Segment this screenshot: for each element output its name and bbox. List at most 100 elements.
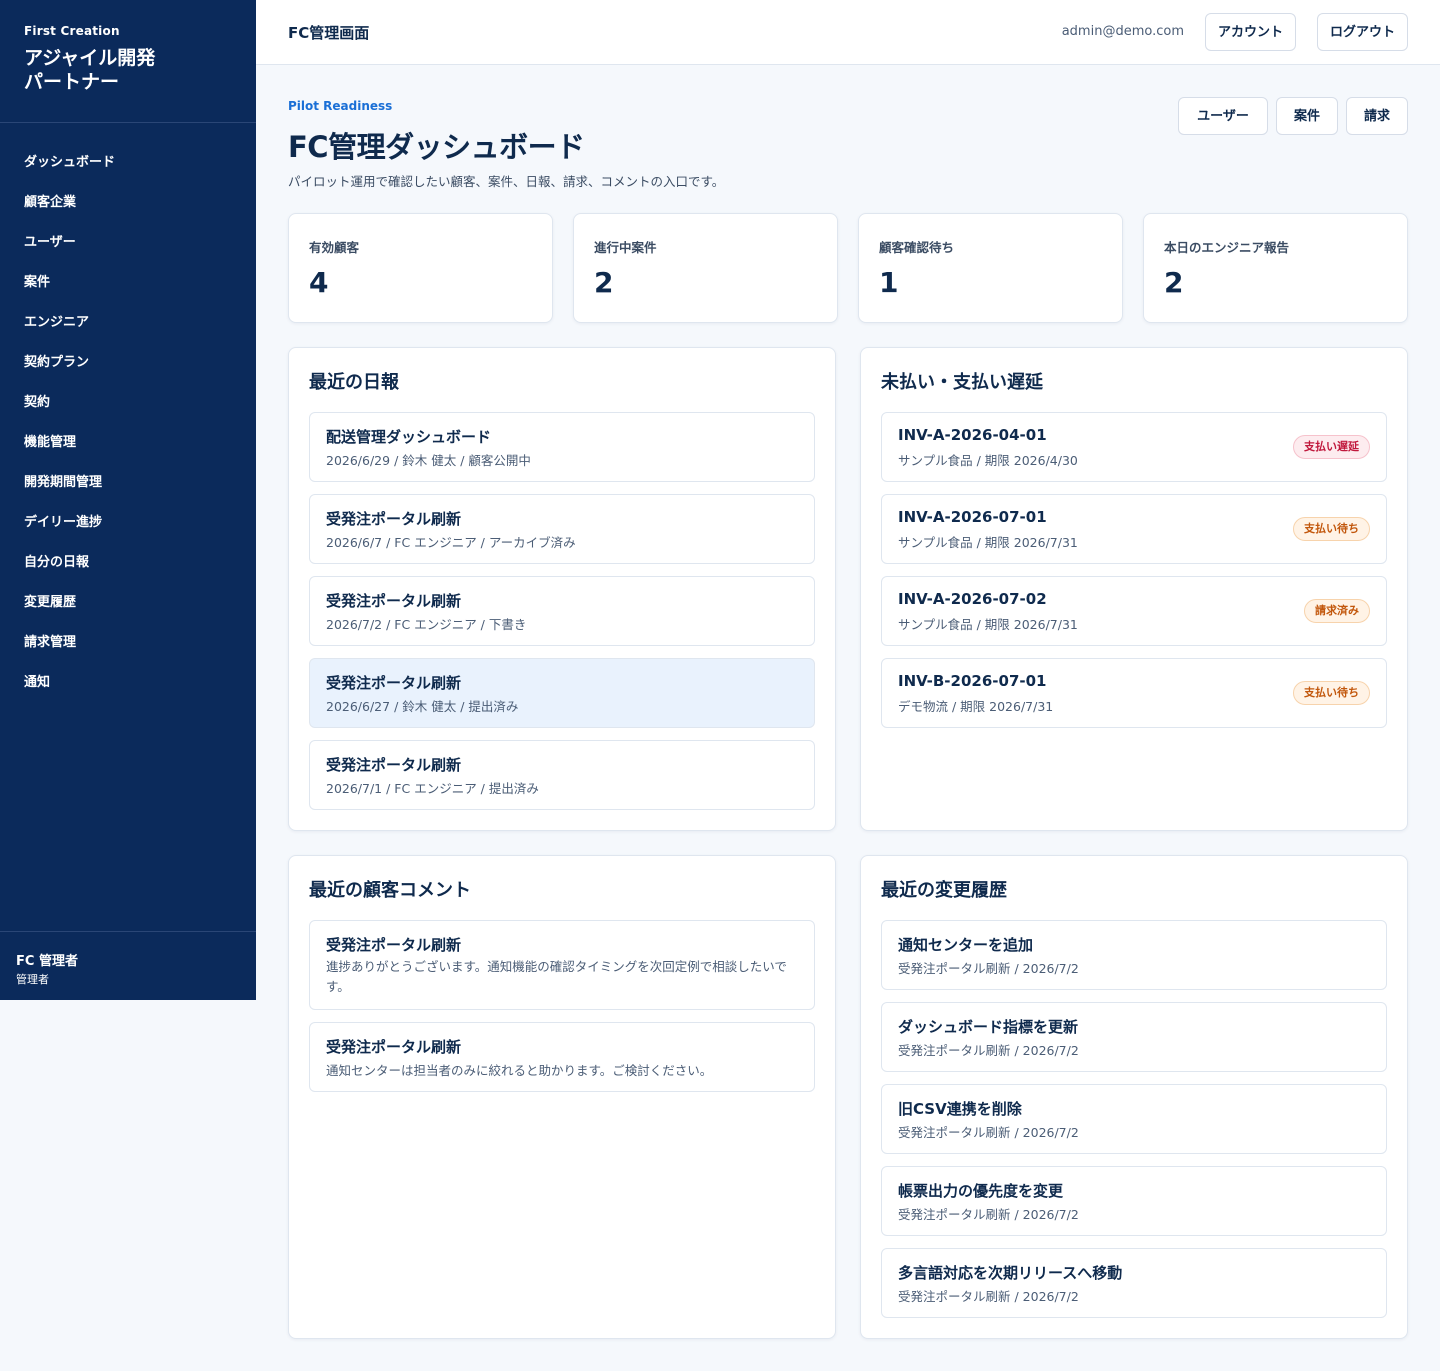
list-item[interactable]: INV-A-2026-04-01 サンプル食品 / 期限 2026/4/30 支… [881, 412, 1387, 482]
sidebar-item-contract-plans[interactable]: 契約プラン [0, 343, 256, 383]
sidebar-item-change-history[interactable]: 変更履歴 [0, 583, 256, 623]
current-user-role: 管理者 [16, 973, 49, 986]
sidebar: First Creation アジャイル開発 パートナー ダッシュボード 顧客企… [0, 0, 256, 1000]
quick-link-projects-button[interactable]: 案件 [1276, 97, 1338, 135]
list-item[interactable]: 受発注ポータル刷新 進捗ありがとうございます。通知機能の確認タイミングを次回定例… [309, 920, 815, 1010]
brand-subtitle: First Creation [24, 24, 120, 38]
logout-button[interactable]: ログアウト [1316, 13, 1408, 51]
status-badge: 請求済み [1304, 599, 1370, 623]
sidebar-item-engineers[interactable]: エンジニア [0, 303, 256, 343]
list-item[interactable]: 受発注ポータル刷新 2026/7/2 / FC エンジニア / 下書き [309, 576, 815, 646]
comment-project: 受発注ポータル刷新 [326, 1038, 462, 1056]
invoice-meta: デモ物流 / 期限 2026/7/31 [898, 699, 1054, 714]
change-title: 通知センターを追加 [898, 936, 1034, 954]
invoice-meta: サンプル食品 / 期限 2026/4/30 [898, 453, 1078, 468]
list-item[interactable]: 受発注ポータル刷新 2026/7/1 / FC エンジニア / 提出済み [309, 740, 815, 810]
account-button[interactable]: アカウント [1204, 13, 1296, 51]
report-meta: 2026/7/2 / FC エンジニア / 下書き [326, 617, 527, 632]
change-title: 多言語対応を次期リリースへ移動 [898, 1264, 1123, 1282]
recent-comments-panel: 最近の顧客コメント 受発注ポータル刷新 進捗ありがとうございます。通知機能の確認… [288, 855, 836, 1339]
sidebar-item-billing[interactable]: 請求管理 [0, 623, 256, 663]
report-project: 受発注ポータル刷新 [326, 756, 462, 774]
topbar: FC管理画面 admin@demo.com アカウント ログアウト [256, 0, 1440, 65]
list-item[interactable]: 受発注ポータル刷新 2026/6/27 / 鈴木 健太 / 提出済み [309, 658, 815, 728]
sidebar-item-daily-progress[interactable]: デイリー進捗 [0, 503, 256, 543]
comment-body: 通知センターは担当者のみに絞れると助かります。ご検討ください。 [326, 1063, 713, 1078]
invoice-id: INV-A-2026-07-01 [898, 508, 1047, 526]
change-meta: 受発注ポータル刷新 / 2026/7/2 [898, 1043, 1079, 1058]
invoice-id: INV-A-2026-07-02 [898, 590, 1047, 608]
list-item[interactable]: INV-A-2026-07-01 サンプル食品 / 期限 2026/7/31 支… [881, 494, 1387, 564]
invoice-meta: サンプル食品 / 期限 2026/7/31 [898, 535, 1078, 550]
sidebar-item-contracts[interactable]: 契約 [0, 383, 256, 423]
panel-title: 最近の変更履歴 [881, 880, 1007, 901]
comment-body: 進捗ありがとうございます。通知機能の確認タイミングを次回定例で相談したいです。 [326, 959, 787, 994]
list-item[interactable]: INV-A-2026-07-02 サンプル食品 / 期限 2026/7/31 請… [881, 576, 1387, 646]
user-email: admin@demo.com [1061, 24, 1184, 39]
stat-value: 1 [879, 266, 899, 299]
report-project: 配送管理ダッシュボード [326, 428, 492, 446]
page-description: パイロット運用で確認したい顧客、案件、日報、請求、コメントの入口です。 [288, 174, 725, 189]
invoice-id: INV-A-2026-04-01 [898, 426, 1047, 444]
stat-card-active-customers: 有効顧客 4 [288, 213, 553, 323]
report-meta: 2026/6/7 / FC エンジニア / アーカイブ済み [326, 535, 576, 550]
report-meta: 2026/6/29 / 鈴木 健太 / 顧客公開中 [326, 453, 531, 468]
change-meta: 受発注ポータル刷新 / 2026/7/2 [898, 1207, 1079, 1222]
recent-reports-panel: 最近の日報 配送管理ダッシュボード 2026/6/29 / 鈴木 健太 / 顧客… [288, 347, 836, 831]
current-user: FC 管理者 管理者 [0, 931, 256, 1000]
report-project: 受発注ポータル刷新 [326, 674, 462, 692]
change-title: 旧CSV連携を削除 [898, 1100, 1022, 1118]
list-item[interactable]: 帳票出力の優先度を変更 受発注ポータル刷新 / 2026/7/2 [881, 1166, 1387, 1236]
sidebar-item-dashboard[interactable]: ダッシュボード [0, 143, 256, 183]
quick-link-billing-button[interactable]: 請求 [1346, 97, 1408, 135]
stat-label: 進行中案件 [594, 240, 657, 255]
list-item[interactable]: 多言語対応を次期リリースへ移動 受発注ポータル刷新 / 2026/7/2 [881, 1248, 1387, 1318]
stat-label: 本日のエンジニア報告 [1164, 240, 1290, 255]
sidebar-item-customers[interactable]: 顧客企業 [0, 183, 256, 223]
sidebar-nav: ダッシュボード 顧客企業 ユーザー 案件 エンジニア 契約プラン 契約 機能管理… [0, 123, 256, 703]
comment-project: 受発注ポータル刷新 [326, 936, 462, 954]
list-item[interactable]: INV-B-2026-07-01 デモ物流 / 期限 2026/7/31 支払い… [881, 658, 1387, 728]
panel-title: 最近の日報 [309, 372, 399, 393]
list-item[interactable]: 配送管理ダッシュボード 2026/6/29 / 鈴木 健太 / 顧客公開中 [309, 412, 815, 482]
sidebar-item-dev-periods[interactable]: 開発期間管理 [0, 463, 256, 503]
sidebar-item-my-reports[interactable]: 自分の日報 [0, 543, 256, 583]
change-title: 帳票出力の優先度を変更 [898, 1182, 1064, 1200]
change-meta: 受発注ポータル刷新 / 2026/7/2 [898, 1125, 1079, 1140]
list-item[interactable]: ダッシュボード指標を更新 受発注ポータル刷新 / 2026/7/2 [881, 1002, 1387, 1072]
unpaid-invoices-panel: 未払い・支払い遅延 INV-A-2026-04-01 サンプル食品 / 期限 2… [860, 347, 1408, 831]
stat-value: 2 [594, 266, 614, 299]
status-badge: 支払い待ち [1293, 517, 1370, 541]
list-item[interactable]: 通知センターを追加 受発注ポータル刷新 / 2026/7/2 [881, 920, 1387, 990]
change-meta: 受発注ポータル刷新 / 2026/7/2 [898, 1289, 1079, 1304]
sidebar-item-projects[interactable]: 案件 [0, 263, 256, 303]
report-project: 受発注ポータル刷新 [326, 592, 462, 610]
stat-value: 2 [1164, 266, 1184, 299]
page-title: FC管理ダッシュボード [288, 130, 585, 164]
recent-changes-panel: 最近の変更履歴 通知センターを追加 受発注ポータル刷新 / 2026/7/2 ダ… [860, 855, 1408, 1339]
change-title: ダッシュボード指標を更新 [898, 1018, 1079, 1036]
stat-card-active-projects: 進行中案件 2 [573, 213, 838, 323]
page-eyebrow: Pilot Readiness [288, 99, 393, 113]
list-item[interactable]: 受発注ポータル刷新 通知センターは担当者のみに絞れると助かります。ご検討ください… [309, 1022, 815, 1092]
status-badge: 支払い待ち [1293, 681, 1370, 705]
list-item[interactable]: 旧CSV連携を削除 受発注ポータル刷新 / 2026/7/2 [881, 1084, 1387, 1154]
invoice-meta: サンプル食品 / 期限 2026/7/31 [898, 617, 1078, 632]
sidebar-item-users[interactable]: ユーザー [0, 223, 256, 263]
current-user-name: FC 管理者 [16, 954, 78, 969]
app-title: FC管理画面 [288, 24, 370, 42]
status-badge: 支払い遅延 [1293, 435, 1370, 459]
report-meta: 2026/6/27 / 鈴木 健太 / 提出済み [326, 699, 519, 714]
sidebar-item-notifications[interactable]: 通知 [0, 663, 256, 703]
stat-label: 顧客確認待ち [879, 240, 955, 255]
brand-title: アジャイル開発 パートナー [24, 47, 156, 93]
stat-label: 有効顧客 [309, 240, 360, 255]
invoice-id: INV-B-2026-07-01 [898, 672, 1047, 690]
brand[interactable]: First Creation アジャイル開発 パートナー [0, 0, 256, 123]
report-project: 受発注ポータル刷新 [326, 510, 462, 528]
quick-link-users-button[interactable]: ユーザー [1178, 97, 1268, 135]
panel-title: 最近の顧客コメント [309, 880, 471, 901]
report-meta: 2026/7/1 / FC エンジニア / 提出済み [326, 781, 539, 796]
list-item[interactable]: 受発注ポータル刷新 2026/6/7 / FC エンジニア / アーカイブ済み [309, 494, 815, 564]
sidebar-item-features[interactable]: 機能管理 [0, 423, 256, 463]
